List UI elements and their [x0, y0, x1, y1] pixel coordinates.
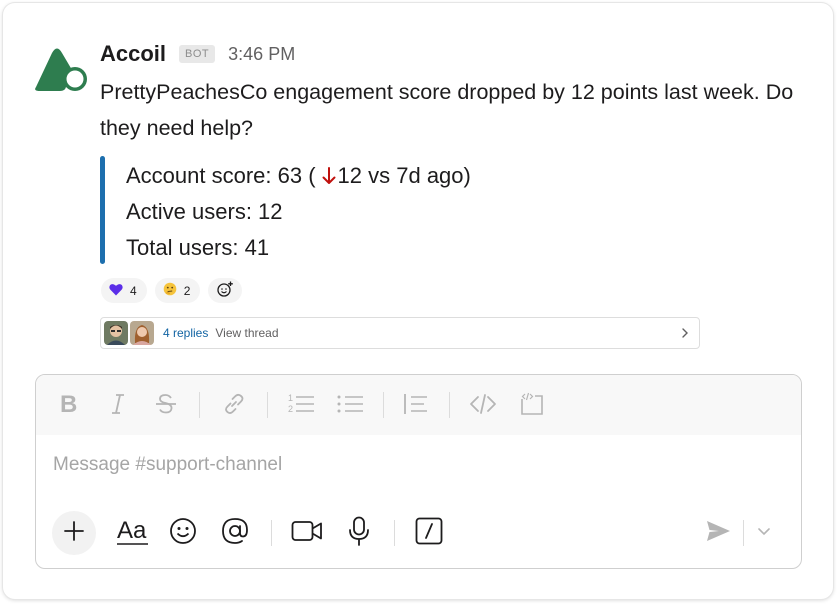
- video-clip-button[interactable]: [290, 513, 324, 553]
- toolbar-divider: [394, 520, 395, 546]
- thread-summary[interactable]: 4 replies View thread: [100, 317, 700, 349]
- total-users-line: Total users: 41: [126, 235, 270, 260]
- bold-icon[interactable]: B: [55, 390, 83, 418]
- toolbar-divider: [199, 392, 200, 418]
- thinking-face-icon: [163, 282, 177, 299]
- message-timestamp[interactable]: 3:46 PM: [228, 44, 295, 65]
- reactions-bar: 4 2: [101, 278, 243, 303]
- ordered-list-icon[interactable]: 12: [287, 390, 315, 418]
- chevron-down-icon: [757, 524, 771, 542]
- add-reaction-button[interactable]: [208, 278, 243, 303]
- text-formatting-button[interactable]: Aa: [116, 513, 150, 553]
- svg-text:1: 1: [288, 393, 293, 403]
- formatting-aa-icon: Aa: [117, 516, 149, 551]
- add-emoji-icon: [216, 280, 234, 301]
- message-body: PrettyPeachesCo engagement score dropped…: [100, 80, 794, 140]
- toolbar-divider: [267, 392, 268, 418]
- emoji-button[interactable]: [168, 513, 198, 553]
- purple-heart-icon: [109, 283, 123, 299]
- audio-clip-button[interactable]: [346, 513, 372, 553]
- toolbar-divider: [743, 520, 744, 546]
- bulleted-list-icon[interactable]: [336, 390, 364, 418]
- message-composer: B 12 Message #support-channel Aa: [35, 374, 802, 569]
- account-score-suffix: 12 vs 7d ago): [337, 163, 471, 188]
- emoji-icon: [169, 517, 197, 550]
- send-options-button[interactable]: [754, 513, 774, 553]
- toolbar-divider: [271, 520, 272, 546]
- attachment-accent-bar: [100, 156, 105, 264]
- plus-icon: [63, 520, 85, 547]
- accoil-logo-avatar[interactable]: [32, 41, 88, 93]
- blockquote-icon[interactable]: [402, 390, 430, 418]
- code-block-icon[interactable]: [518, 390, 546, 418]
- toolbar-divider: [383, 392, 384, 418]
- arrow-down-icon: [322, 167, 336, 185]
- message-header: Accoil BOT 3:46 PM: [100, 40, 295, 68]
- reply-avatar: [130, 321, 154, 345]
- message-input[interactable]: Message #support-channel: [53, 454, 282, 476]
- attach-button[interactable]: [52, 511, 96, 555]
- send-icon: [705, 519, 731, 548]
- send-button[interactable]: [704, 513, 732, 553]
- chevron-right-icon: [681, 326, 689, 344]
- svg-text:B: B: [60, 392, 77, 416]
- account-score-prefix: Account score: 63 (: [126, 163, 316, 188]
- sender-name[interactable]: Accoil: [100, 41, 166, 67]
- reaction-count: 2: [183, 283, 191, 298]
- microphone-icon: [348, 516, 370, 551]
- slash-command-button[interactable]: [414, 513, 444, 553]
- replies-count-link[interactable]: 4 replies: [163, 326, 208, 340]
- svg-text:2: 2: [288, 404, 293, 414]
- active-users-line: Active users: 12: [126, 199, 283, 224]
- toolbar-divider: [449, 392, 450, 418]
- strikethrough-icon[interactable]: [152, 390, 180, 418]
- code-icon[interactable]: [469, 390, 497, 418]
- svg-text:Aa: Aa: [117, 517, 147, 544]
- reaction-thinking[interactable]: 2: [154, 278, 201, 303]
- formatting-toolbar: B 12: [36, 375, 801, 435]
- video-camera-icon: [291, 520, 323, 547]
- bot-badge: BOT: [179, 45, 216, 63]
- italic-icon[interactable]: [104, 390, 132, 418]
- message-card: Accoil BOT 3:46 PM PrettyPeachesCo engag…: [3, 3, 833, 599]
- reaction-heart[interactable]: 4: [101, 278, 147, 303]
- slash-command-icon: [415, 517, 443, 550]
- link-icon[interactable]: [220, 390, 248, 418]
- view-thread-label: View thread: [215, 326, 279, 340]
- reply-avatar: [104, 321, 128, 345]
- reaction-count: 4: [130, 283, 137, 298]
- mention-button[interactable]: [220, 513, 250, 553]
- at-sign-icon: [221, 517, 249, 550]
- account-score-line: Account score: 63 ( 12 vs 7d ago): [126, 158, 471, 194]
